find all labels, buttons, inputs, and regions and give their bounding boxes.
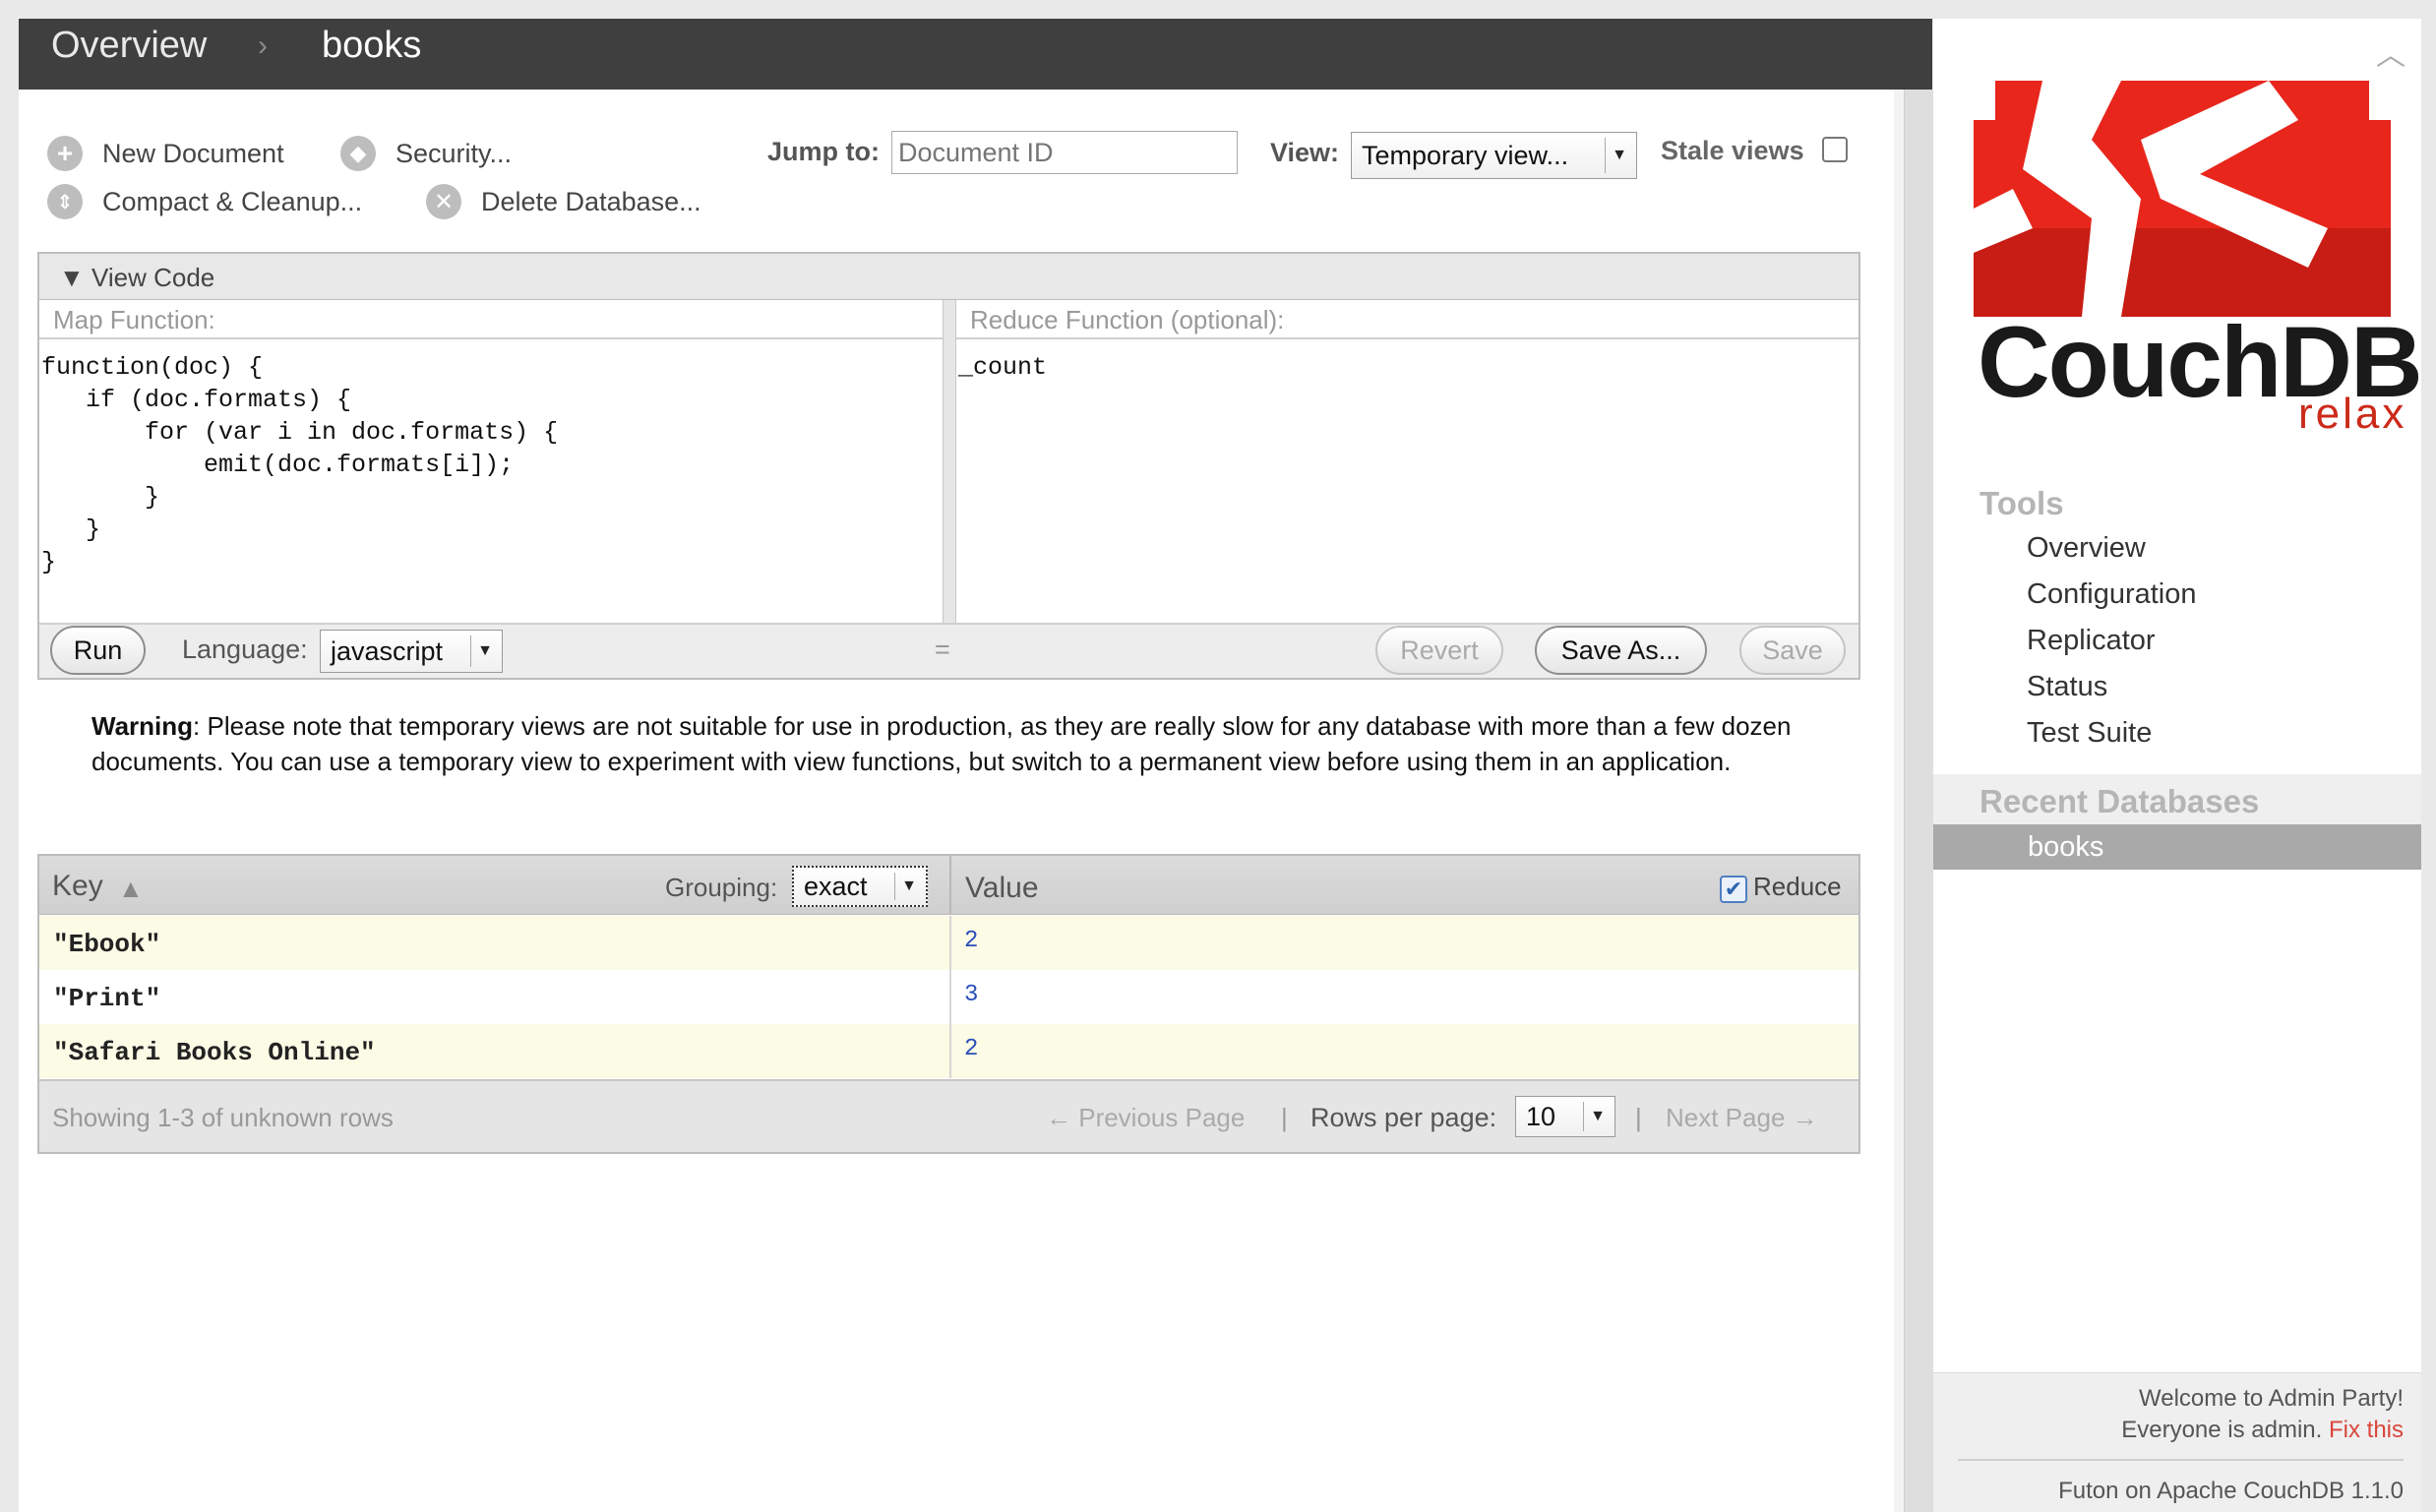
reduce-function-header: Reduce Function (optional): <box>956 300 1858 339</box>
chevron-down-icon: ▼ <box>894 873 923 900</box>
warning-text: : Please note that temporary views are n… <box>91 711 1792 776</box>
delete-database-button[interactable]: ✕ Delete Database... <box>426 184 701 219</box>
rows-per-page-label: Rows per page: <box>1310 1103 1497 1132</box>
rows-status: Showing 1-3 of unknown rows <box>52 1103 394 1132</box>
triangle-down-icon: ▼ <box>59 263 85 292</box>
reduce-checkbox[interactable]: ✔ <box>1720 876 1747 903</box>
delete-database-label: Delete Database... <box>481 186 701 216</box>
stale-views-checkbox[interactable] <box>1822 137 1848 162</box>
check-icon: ✔ <box>1724 877 1743 901</box>
rows-per-page-select[interactable]: 10 ▼ <box>1515 1096 1615 1137</box>
admin-notice: Everyone is admin. <box>2121 1417 2323 1443</box>
temporary-view-warning: Warning: Please note that temporary view… <box>91 708 1833 779</box>
sidebar-item-test-suite[interactable]: Test Suite <box>2027 717 2152 750</box>
reduce-label[interactable]: Reduce <box>1753 872 1842 902</box>
view-label: View: <box>1270 138 1340 167</box>
tools-heading: Tools <box>1979 485 2064 521</box>
security-button[interactable]: ◆ Security... <box>340 136 512 171</box>
save-button[interactable]: Save <box>1739 626 1846 675</box>
sidebar-item-configuration[interactable]: Configuration <box>2027 578 2197 611</box>
row-value[interactable]: 2 <box>964 1036 978 1062</box>
plus-circle-icon: + <box>47 136 83 171</box>
view-select-value: Temporary view... <box>1362 140 1569 170</box>
pager-separator: | <box>1635 1103 1642 1132</box>
view-select[interactable]: Temporary view... ▼ <box>1351 132 1637 179</box>
map-function-editor[interactable]: function(doc) { if (doc.formats) { for (… <box>41 351 937 578</box>
recent-databases-heading: Recent Databases <box>1979 783 2260 819</box>
grouping-select-value: exact <box>804 871 868 901</box>
couchdb-logo <box>1974 81 2391 317</box>
row-divider <box>949 970 951 1024</box>
key-column-header[interactable]: Key <box>52 870 103 903</box>
revert-button[interactable]: Revert <box>1375 626 1503 675</box>
chevron-up-icon[interactable]: ︿ <box>2376 30 2406 74</box>
new-document-label: New Document <box>102 138 284 168</box>
reduce-function-editor[interactable]: _count <box>958 351 1844 384</box>
row-key: "Safari Books Online" <box>53 1038 376 1067</box>
table-row[interactable]: "Print" 3 <box>39 970 1858 1024</box>
new-document-button[interactable]: + New Document <box>47 136 284 171</box>
close-circle-icon: ✕ <box>426 184 461 219</box>
sidebar-item-overview[interactable]: Overview <box>2027 532 2146 565</box>
view-code-toggle[interactable]: ▼ View Code <box>59 263 214 293</box>
row-value[interactable]: 2 <box>964 928 978 954</box>
compact-cleanup-label: Compact & Cleanup... <box>102 186 363 216</box>
next-page-link[interactable]: Next Page → <box>1666 1103 1818 1133</box>
row-value[interactable]: 3 <box>964 982 978 1008</box>
row-divider <box>949 1024 951 1078</box>
sidebar-item-replicator[interactable]: Replicator <box>2027 625 2156 657</box>
breadcrumb-current: books <box>322 25 422 66</box>
version-info: Futon on Apache CouchDB 1.1.0 <box>2058 1478 2404 1504</box>
previous-page-link[interactable]: ← Previous Page <box>1046 1103 1245 1133</box>
pager-separator: | <box>1281 1103 1288 1132</box>
view-code-title: View Code <box>91 263 215 292</box>
breadcrumb-overview[interactable]: Overview <box>51 25 207 67</box>
breadcrumb-separator: › <box>258 30 268 62</box>
chevron-down-icon: ▼ <box>1583 1102 1612 1131</box>
admin-party-message: Everyone is admin. Fix this <box>1933 1417 2404 1444</box>
header-divider <box>949 856 951 915</box>
shield-icon: ◆ <box>340 136 376 171</box>
language-select[interactable]: javascript ▼ <box>320 630 503 673</box>
jump-to-label: Jump to: <box>767 137 880 166</box>
row-key: "Print" <box>53 984 161 1013</box>
view-code-header[interactable] <box>37 252 1860 301</box>
stale-views-label: Stale views <box>1661 136 1804 165</box>
language-label: Language: <box>182 635 308 664</box>
sort-up-icon[interactable]: ▲ <box>118 874 144 904</box>
fix-this-link[interactable]: Fix this <box>2329 1417 2404 1443</box>
run-button[interactable]: Run <box>50 626 146 675</box>
grouping-label: Grouping: <box>665 873 778 902</box>
jump-to-input[interactable] <box>891 131 1238 174</box>
welcome-message: Welcome to Admin Party! <box>2139 1385 2404 1412</box>
content-edge <box>1894 90 1904 1512</box>
code-column-divider[interactable] <box>943 300 956 625</box>
chevron-down-icon: ▼ <box>470 635 499 667</box>
main-scrollbar[interactable] <box>1904 90 1933 1512</box>
compress-icon: ⇕ <box>47 184 83 219</box>
app-header <box>19 19 1932 90</box>
table-row[interactable]: "Ebook" 2 <box>39 916 1858 970</box>
grouping-select[interactable]: exact ▼ <box>792 866 928 907</box>
row-divider <box>949 916 951 970</box>
security-label: Security... <box>396 138 513 168</box>
recent-database-books[interactable]: books <box>1933 824 2421 870</box>
value-column-header: Value <box>965 872 1039 904</box>
map-function-header: Map Function: <box>39 300 943 339</box>
language-select-value: javascript <box>331 635 444 666</box>
chevron-down-icon: ▼ <box>1605 138 1633 173</box>
table-row[interactable]: "Safari Books Online" 2 <box>39 1024 1858 1078</box>
logo-tagline: relax <box>2298 390 2407 438</box>
sidebar-item-status[interactable]: Status <box>2027 671 2107 703</box>
save-as-button[interactable]: Save As... <box>1535 626 1707 675</box>
row-key: "Ebook" <box>53 930 161 959</box>
warning-label: Warning <box>91 711 194 741</box>
sidebar-divider <box>1958 1459 2404 1461</box>
rows-per-page-value: 10 <box>1526 1101 1556 1131</box>
compact-cleanup-button[interactable]: ⇕ Compact & Cleanup... <box>47 184 362 219</box>
resize-handle[interactable]: = <box>935 635 950 665</box>
